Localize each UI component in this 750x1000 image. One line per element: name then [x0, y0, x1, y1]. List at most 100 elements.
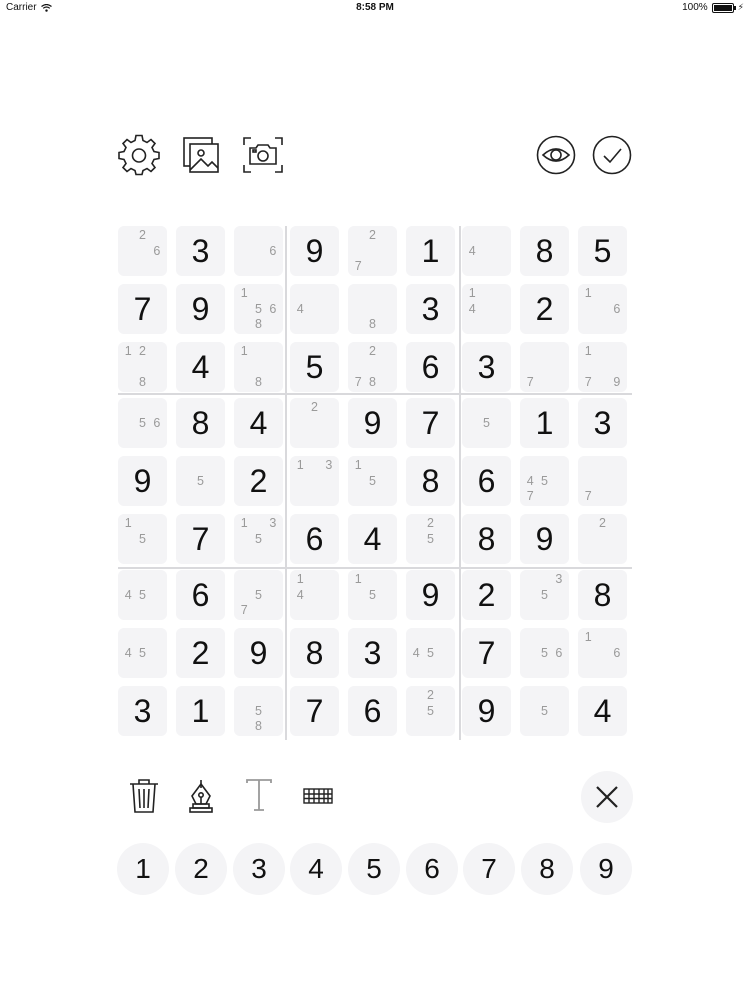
- cell-r2c3[interactable]: 1568: [234, 284, 283, 334]
- cell-r1c7[interactable]: 4: [462, 226, 511, 276]
- cell-r1c9[interactable]: 5: [578, 226, 627, 276]
- cell-r7c7[interactable]: 2: [462, 570, 511, 620]
- cell-r6c5[interactable]: 4: [348, 514, 397, 564]
- cell-r8c5[interactable]: 3: [348, 628, 397, 678]
- number-button-4[interactable]: 4: [290, 843, 342, 895]
- number-button-9[interactable]: 9: [580, 843, 632, 895]
- cell-r8c4[interactable]: 8: [290, 628, 339, 678]
- cell-r1c3[interactable]: 6: [234, 226, 283, 276]
- cell-r4c4[interactable]: 2: [290, 398, 339, 448]
- cell-r1c1[interactable]: 26: [118, 226, 167, 276]
- cell-r2c4[interactable]: 4: [290, 284, 339, 334]
- cell-r1c6[interactable]: 1: [406, 226, 455, 276]
- cell-r2c7[interactable]: 14: [462, 284, 511, 334]
- camera-button[interactable]: [241, 133, 285, 177]
- cell-r4c8[interactable]: 1: [520, 398, 569, 448]
- cell-r9c2[interactable]: 1: [176, 686, 225, 736]
- cell-r5c6[interactable]: 8: [406, 456, 455, 506]
- cell-r1c5[interactable]: 27: [348, 226, 397, 276]
- number-button-3[interactable]: 3: [233, 843, 285, 895]
- cell-r6c3[interactable]: 1 35: [234, 514, 283, 564]
- cell-r9c6[interactable]: 25: [406, 686, 455, 736]
- check-button[interactable]: [590, 133, 634, 177]
- cell-r8c3[interactable]: 9: [234, 628, 283, 678]
- cell-r2c5[interactable]: 8: [348, 284, 397, 334]
- cell-r3c6[interactable]: 6: [406, 342, 455, 392]
- cell-r9c7[interactable]: 9: [462, 686, 511, 736]
- cell-r4c2[interactable]: 8: [176, 398, 225, 448]
- cell-r6c7[interactable]: 8: [462, 514, 511, 564]
- cell-r9c9[interactable]: 4: [578, 686, 627, 736]
- gallery-button[interactable]: [179, 133, 223, 177]
- cell-r5c8[interactable]: 457: [520, 456, 569, 506]
- close-button[interactable]: [581, 771, 633, 823]
- cell-r4c3[interactable]: 4: [234, 398, 283, 448]
- cell-r2c2[interactable]: 9: [176, 284, 225, 334]
- number-button-5[interactable]: 5: [348, 843, 400, 895]
- cell-r5c1[interactable]: 9: [118, 456, 167, 506]
- cell-r1c8[interactable]: 8: [520, 226, 569, 276]
- cell-r9c5[interactable]: 6: [348, 686, 397, 736]
- cell-r4c1[interactable]: 56: [118, 398, 167, 448]
- cell-r3c5[interactable]: 2 78: [348, 342, 397, 392]
- cell-r3c7[interactable]: 3: [462, 342, 511, 392]
- cell-r6c1[interactable]: 15: [118, 514, 167, 564]
- cell-r4c5[interactable]: 9: [348, 398, 397, 448]
- settings-button[interactable]: [117, 133, 161, 177]
- cell-r9c3[interactable]: 58: [234, 686, 283, 736]
- cell-r4c9[interactable]: 3: [578, 398, 627, 448]
- number-button-2[interactable]: 2: [175, 843, 227, 895]
- cell-r6c6[interactable]: 25: [406, 514, 455, 564]
- cell-r3c9[interactable]: 1 7 9: [578, 342, 627, 392]
- text-button[interactable]: [239, 776, 279, 816]
- number-button-1[interactable]: 1: [117, 843, 169, 895]
- cell-r5c3[interactable]: 2: [234, 456, 283, 506]
- cell-r5c2[interactable]: 5: [176, 456, 225, 506]
- cell-r2c9[interactable]: 16: [578, 284, 627, 334]
- cell-r4c6[interactable]: 7: [406, 398, 455, 448]
- cell-r5c7[interactable]: 6: [462, 456, 511, 506]
- cell-r6c8[interactable]: 9: [520, 514, 569, 564]
- cell-r8c8[interactable]: 56: [520, 628, 569, 678]
- cell-r5c4[interactable]: 13: [290, 456, 339, 506]
- cell-r7c3[interactable]: 57: [234, 570, 283, 620]
- keyboard-button[interactable]: [298, 776, 338, 816]
- cell-r9c8[interactable]: 5: [520, 686, 569, 736]
- cell-r7c1[interactable]: 45: [118, 570, 167, 620]
- cell-r1c4[interactable]: 9: [290, 226, 339, 276]
- cell-r9c4[interactable]: 7: [290, 686, 339, 736]
- cell-r8c6[interactable]: 45: [406, 628, 455, 678]
- cell-r9c1[interactable]: 3: [118, 686, 167, 736]
- cell-r8c1[interactable]: 45: [118, 628, 167, 678]
- cell-r7c8[interactable]: 35: [520, 570, 569, 620]
- reveal-button[interactable]: [534, 133, 578, 177]
- cell-r2c8[interactable]: 2: [520, 284, 569, 334]
- cell-r2c6[interactable]: 3: [406, 284, 455, 334]
- cell-r4c7[interactable]: 5: [462, 398, 511, 448]
- cell-r8c9[interactable]: 16: [578, 628, 627, 678]
- cell-r7c5[interactable]: 15: [348, 570, 397, 620]
- cell-r3c1[interactable]: 12 8: [118, 342, 167, 392]
- cell-r6c2[interactable]: 7: [176, 514, 225, 564]
- delete-button[interactable]: [124, 776, 164, 816]
- cell-r5c5[interactable]: 15: [348, 456, 397, 506]
- number-button-6[interactable]: 6: [406, 843, 458, 895]
- cell-r7c2[interactable]: 6: [176, 570, 225, 620]
- cell-r6c4[interactable]: 6: [290, 514, 339, 564]
- cell-r5c9[interactable]: 7: [578, 456, 627, 506]
- number-button-7[interactable]: 7: [463, 843, 515, 895]
- cell-r7c4[interactable]: 14: [290, 570, 339, 620]
- cell-r7c9[interactable]: 8: [578, 570, 627, 620]
- cell-r3c4[interactable]: 5: [290, 342, 339, 392]
- cell-r8c2[interactable]: 2: [176, 628, 225, 678]
- cell-r2c1[interactable]: 7: [118, 284, 167, 334]
- number-button-8[interactable]: 8: [521, 843, 573, 895]
- cell-r3c3[interactable]: 18: [234, 342, 283, 392]
- cell-r3c8[interactable]: 7: [520, 342, 569, 392]
- cell-r1c2[interactable]: 3: [176, 226, 225, 276]
- cell-r3c2[interactable]: 4: [176, 342, 225, 392]
- pen-button[interactable]: [181, 776, 221, 816]
- cell-r8c7[interactable]: 7: [462, 628, 511, 678]
- cell-r7c6[interactable]: 9: [406, 570, 455, 620]
- cell-r6c9[interactable]: 2: [578, 514, 627, 564]
